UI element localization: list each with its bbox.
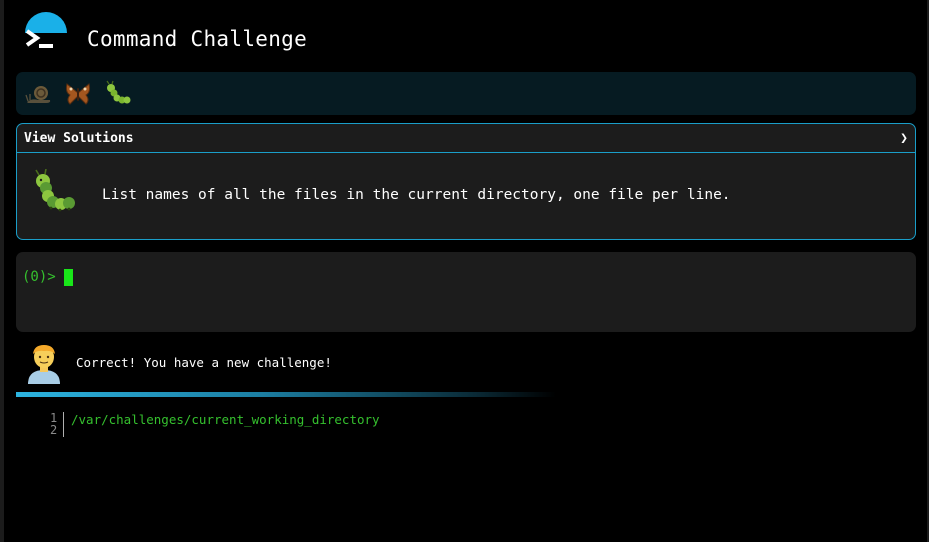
progress-bar	[16, 392, 556, 397]
app-title: Command Challenge	[87, 27, 308, 51]
snail-icon	[25, 85, 51, 103]
window-frame-left	[0, 0, 4, 542]
challenge-body: List names of all the files in the curre…	[17, 153, 915, 239]
view-solutions-label: View Solutions	[24, 130, 134, 146]
person-avatar-icon	[28, 345, 60, 384]
terminal-prompt: (0)>	[22, 269, 56, 285]
achievement-badges-bar	[16, 72, 916, 115]
editor-cursor-line	[63, 412, 64, 437]
view-solutions-toggle[interactable]: View Solutions ❯	[17, 124, 915, 153]
terminal-prompt-icon[interactable]	[24, 27, 56, 53]
line-number-gutter: 1 2	[50, 412, 57, 436]
line-number: 2	[50, 423, 58, 437]
butterfly-icon	[65, 82, 91, 105]
output-editor: 1 2 /var/challenges/current_working_dire…	[16, 410, 916, 450]
output-line: /var/challenges/current_working_director…	[71, 412, 380, 427]
feedback-text: Correct! You have a new challenge!	[76, 355, 332, 370]
terminal-cursor	[64, 269, 73, 286]
caterpillar-icon	[35, 169, 75, 212]
app-header: Command Challenge	[16, 0, 916, 72]
challenge-description: List names of all the files in the curre…	[102, 187, 731, 203]
challenge-panel: View Solutions ❯ List names of all the f…	[16, 123, 916, 240]
terminal-input[interactable]: (0)>	[16, 252, 916, 332]
feedback-message: Correct! You have a new challenge!	[16, 340, 916, 388]
chevron-right-icon[interactable]: ❯	[900, 131, 908, 146]
caterpillar-icon	[106, 80, 131, 103]
